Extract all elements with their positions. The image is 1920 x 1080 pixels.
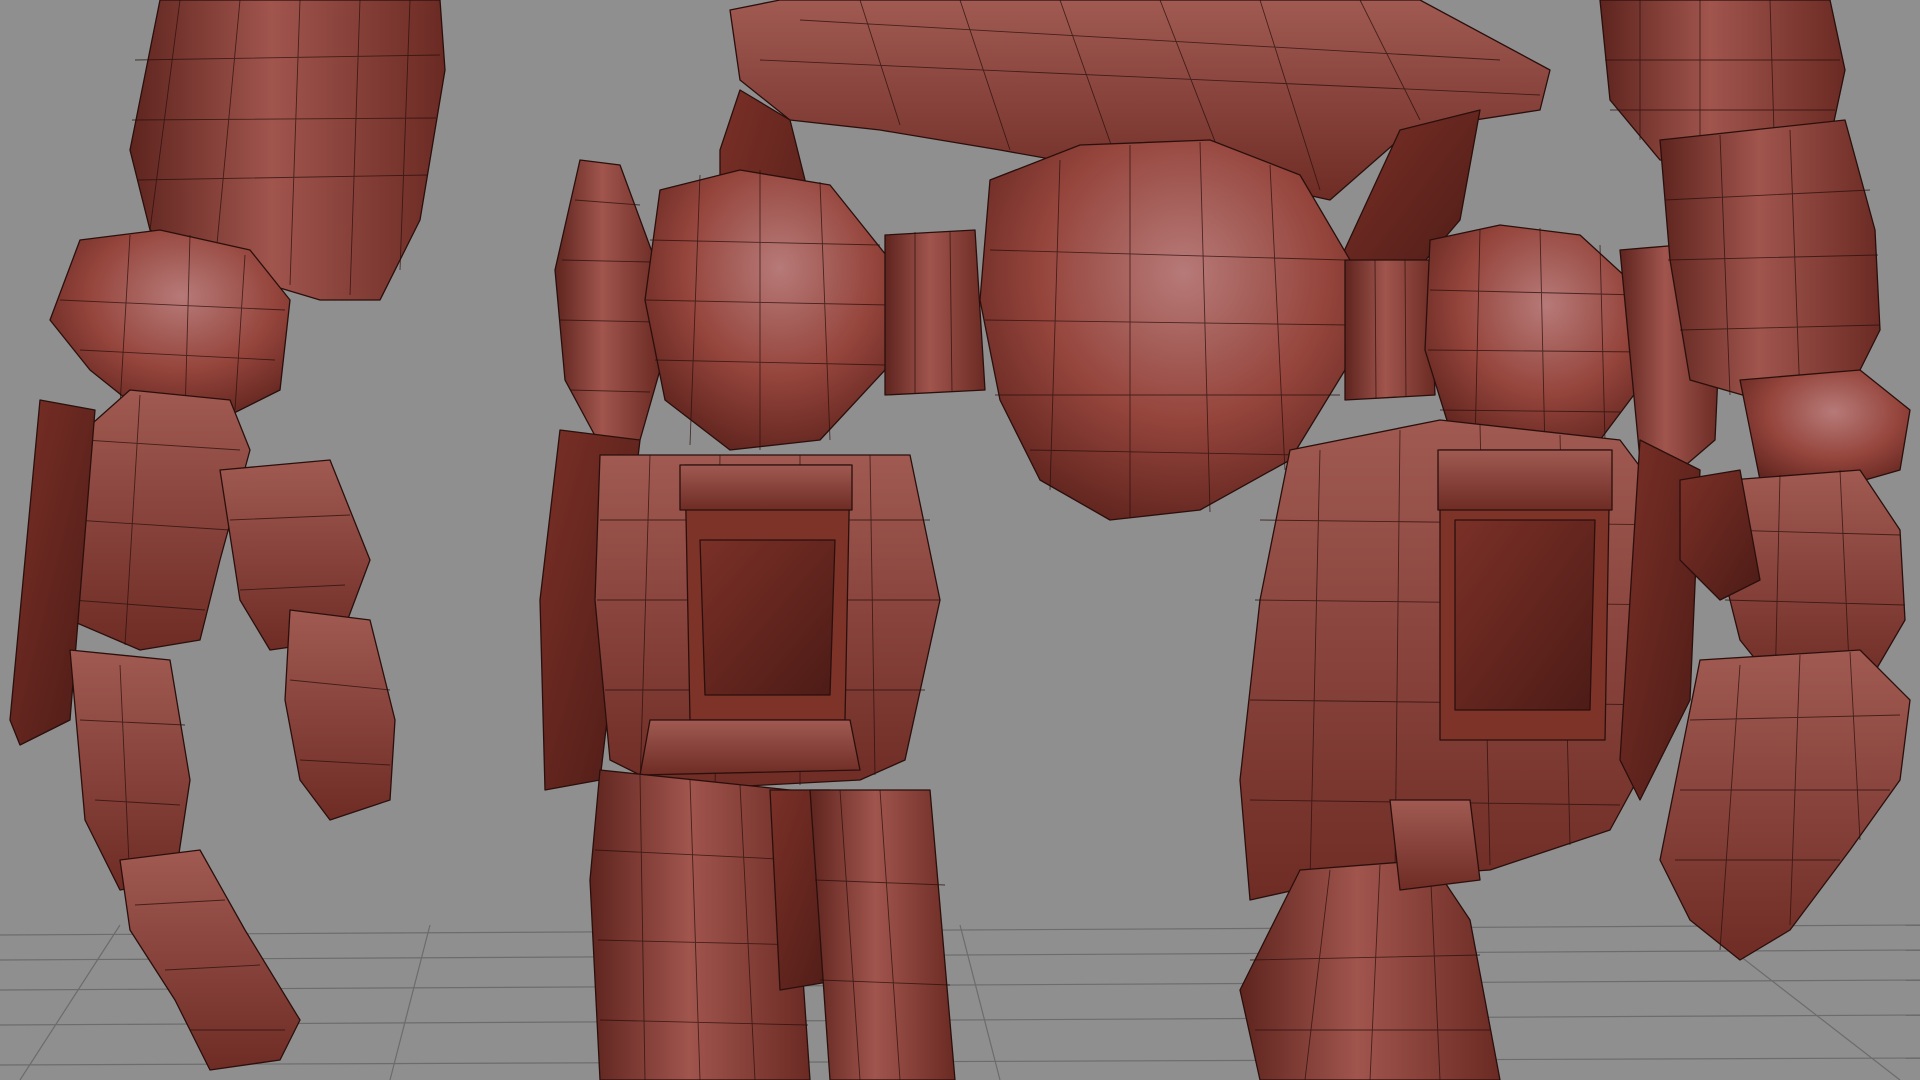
viewport-scene[interactable] xyxy=(0,0,1920,1080)
left-arm-mesh[interactable] xyxy=(9,0,446,1071)
left-thigh-mesh[interactable] xyxy=(539,429,941,791)
left-shin-mesh[interactable] xyxy=(589,769,956,1080)
3d-viewport[interactable] xyxy=(0,0,1920,1080)
